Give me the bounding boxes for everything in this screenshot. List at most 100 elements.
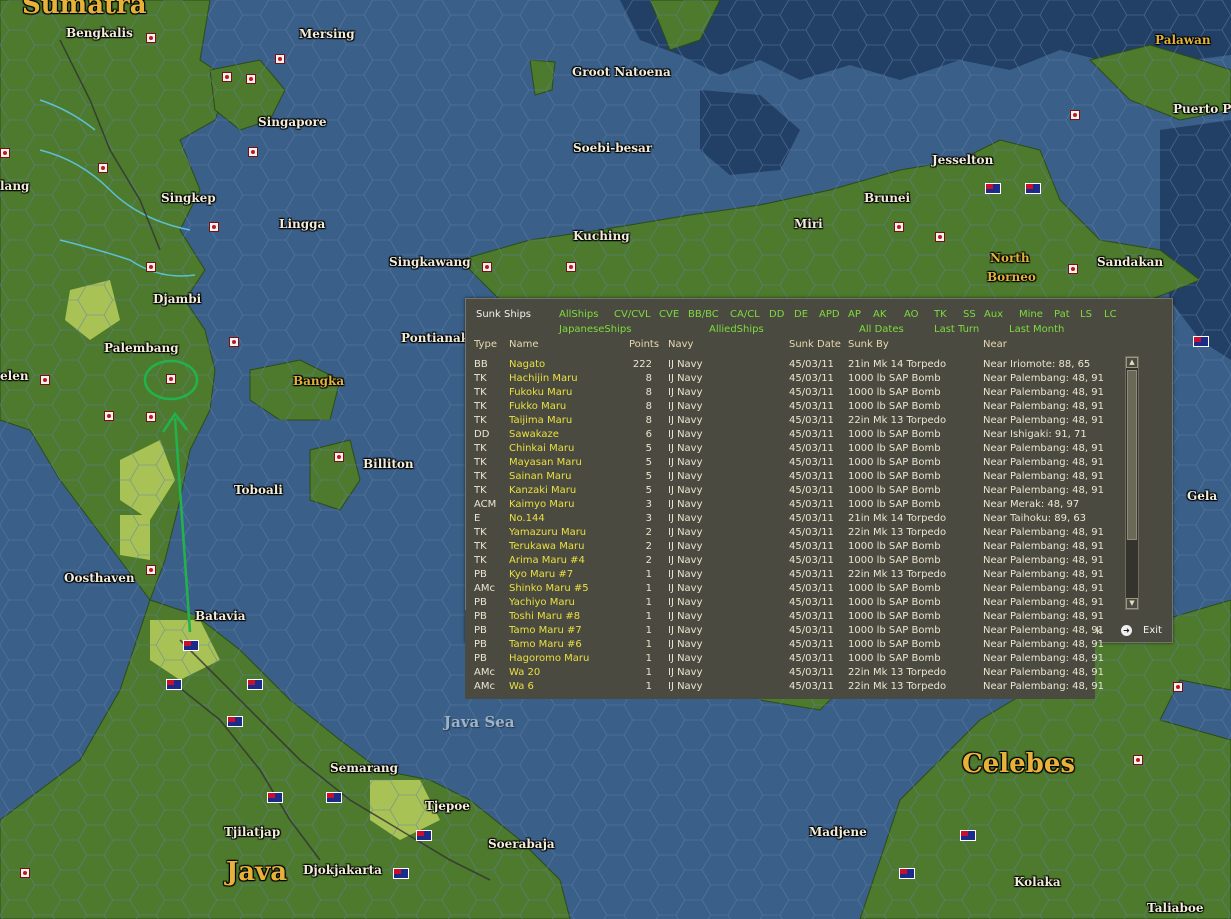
base-icon[interactable] (894, 222, 904, 232)
filter-japaneseships[interactable]: JapaneseShips (559, 324, 631, 336)
filter-ss[interactable]: SS (963, 309, 976, 321)
place-label[interactable]: Groot Natoena (572, 66, 671, 78)
base-icon[interactable] (209, 222, 219, 232)
col-near-header[interactable]: Near (983, 339, 1007, 351)
base-icon[interactable] (566, 262, 576, 272)
place-label[interactable]: Palembang (104, 342, 179, 354)
allied-flag-icon[interactable] (267, 792, 283, 803)
place-label[interactable]: Soebi-besar (573, 142, 652, 154)
filter-ca-cl[interactable]: CA/CL (730, 309, 760, 321)
allied-flag-icon[interactable] (227, 716, 243, 727)
base-icon[interactable] (146, 412, 156, 422)
exit-button[interactable]: ➜ Exit (1121, 624, 1169, 638)
filter-cv-cvl[interactable]: CV/CVL (614, 309, 651, 321)
place-label[interactable]: lang (0, 180, 29, 192)
place-label[interactable]: Palawan (1155, 34, 1211, 46)
filter-ak[interactable]: AK (873, 309, 886, 321)
place-label[interactable]: Gela (1187, 490, 1217, 502)
allied-flag-icon[interactable] (1193, 336, 1209, 347)
allied-flag-icon[interactable] (1025, 183, 1041, 194)
base-icon[interactable] (935, 232, 945, 242)
place-label[interactable]: Semarang (330, 762, 398, 774)
base-icon[interactable] (1173, 682, 1183, 692)
allied-flag-icon[interactable] (393, 868, 409, 879)
base-icon[interactable] (20, 868, 30, 878)
place-label[interactable]: Tjepoe (425, 800, 470, 812)
allied-flag-icon[interactable] (985, 183, 1001, 194)
allied-flag-icon[interactable] (899, 868, 915, 879)
base-icon[interactable] (0, 148, 10, 158)
allied-flag-icon[interactable] (326, 792, 342, 803)
filter-bb-bc[interactable]: BB/BC (688, 309, 719, 321)
base-icon[interactable] (1133, 755, 1143, 765)
place-label[interactable]: Bengkalis (66, 27, 133, 39)
place-label[interactable]: Sandakan (1097, 256, 1163, 268)
place-label[interactable]: Oosthaven (64, 572, 135, 584)
place-label[interactable]: Soerabaja (488, 838, 555, 850)
place-label[interactable]: Djokjakarta (303, 864, 382, 876)
place-label[interactable]: Madjene (809, 826, 867, 838)
place-label[interactable]: Borneo (987, 271, 1036, 283)
place-label[interactable]: Java Sea (444, 715, 515, 730)
col-sunk-date-header[interactable]: Sunk Date (789, 339, 841, 351)
place-label[interactable]: Java (226, 859, 287, 885)
filter-lc[interactable]: LC (1104, 309, 1117, 321)
col-name-header[interactable]: Name (509, 339, 539, 351)
place-label[interactable]: Singkawang (389, 256, 471, 268)
scrollbar-thumb[interactable] (1127, 370, 1137, 540)
col-type-header[interactable]: Type (474, 339, 497, 351)
filter-cve[interactable]: CVE (659, 309, 679, 321)
place-label[interactable]: Brunei (864, 192, 910, 204)
base-icon[interactable] (1068, 264, 1078, 274)
base-icon[interactable] (275, 54, 285, 64)
col-sunk-by-header[interactable]: Sunk By (848, 339, 889, 351)
filter-alliedships[interactable]: AlliedShips (709, 324, 764, 336)
place-label[interactable]: Billiton (363, 458, 414, 470)
filter-de[interactable]: DE (794, 309, 808, 321)
filter-aux[interactable]: Aux (984, 309, 1003, 321)
filter-mine[interactable]: Mine (1019, 309, 1043, 321)
place-label[interactable]: Djambi (153, 293, 201, 305)
base-icon[interactable] (482, 262, 492, 272)
filter-allships[interactable]: AllShips (559, 309, 598, 321)
filter-dd[interactable]: DD (769, 309, 784, 321)
place-label[interactable]: Bangka (293, 375, 344, 387)
filter-apd[interactable]: APD (819, 309, 840, 321)
allied-flag-icon[interactable] (166, 679, 182, 690)
base-icon[interactable] (222, 72, 232, 82)
base-icon[interactable] (104, 411, 114, 421)
base-icon[interactable] (166, 374, 176, 384)
filter-tk[interactable]: TK (934, 309, 947, 321)
place-label[interactable]: Sumatra (22, 0, 147, 18)
base-icon[interactable] (40, 375, 50, 385)
filter-pat[interactable]: Pat (1054, 309, 1070, 321)
base-icon[interactable] (146, 565, 156, 575)
place-label[interactable]: Lingga (279, 218, 325, 230)
filter-ao[interactable]: AO (904, 309, 919, 321)
place-label[interactable]: Singapore (258, 116, 326, 128)
place-label[interactable]: Singkep (161, 192, 216, 204)
base-icon[interactable] (248, 147, 258, 157)
base-icon[interactable] (246, 74, 256, 84)
col-points-header[interactable]: Points (629, 339, 659, 351)
filter-all-dates[interactable]: All Dates (859, 324, 904, 336)
place-label[interactable]: Taliaboe (1147, 902, 1203, 914)
place-label[interactable]: North (990, 252, 1030, 264)
filter-last-turn[interactable]: Last Turn (934, 324, 979, 336)
base-icon[interactable] (146, 262, 156, 272)
base-icon[interactable] (146, 33, 156, 43)
scroll-up-arrow-icon[interactable]: ▲ (1126, 357, 1138, 368)
place-label[interactable]: Toboali (234, 484, 283, 496)
base-icon[interactable] (1070, 110, 1080, 120)
place-label[interactable]: elen (0, 370, 29, 382)
filter-last-month[interactable]: Last Month (1009, 324, 1064, 336)
place-label[interactable]: Batavia (195, 610, 246, 622)
place-label[interactable]: Kuching (573, 230, 630, 242)
col-navy-header[interactable]: Navy (668, 339, 693, 351)
base-icon[interactable] (229, 337, 239, 347)
place-label[interactable]: Celebes (962, 751, 1075, 777)
allied-flag-icon[interactable] (416, 830, 432, 841)
place-label[interactable]: Kolaka (1014, 876, 1061, 888)
allied-flag-icon[interactable] (183, 640, 199, 651)
place-label[interactable]: Mersing (299, 28, 355, 40)
